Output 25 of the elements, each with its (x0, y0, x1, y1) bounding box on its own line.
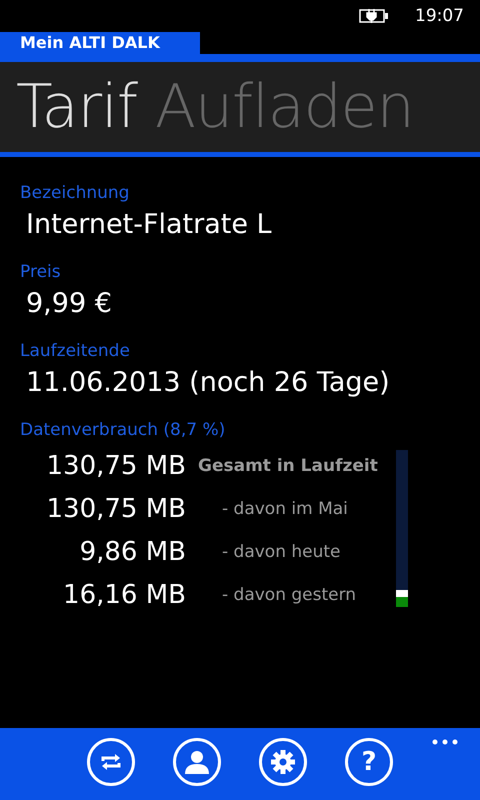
usage-caption: - davon gestern (222, 584, 356, 604)
settings-button[interactable] (259, 738, 307, 786)
pivot-tab[interactable]: Tarif (16, 72, 137, 142)
usage-caption: - davon im Mai (222, 498, 348, 518)
usage-caption: - davon heute (222, 542, 341, 562)
status-time: 19:07 (415, 6, 464, 26)
account-button[interactable] (173, 738, 221, 786)
field-label: Preis (20, 262, 61, 282)
usage-caption: Gesamt in Laufzeit (198, 456, 378, 476)
usage-amount: 9,86 MB (78, 536, 186, 566)
settings-icon (270, 749, 296, 775)
field-value: 11.06.2013 (noch 26 Tage) (26, 367, 390, 398)
usage-amount: 130,75 MB (45, 450, 186, 480)
sync-button[interactable] (87, 738, 135, 786)
field-value: Internet-Flatrate L (26, 209, 272, 240)
app-title: Mein ALTI DALK (0, 32, 200, 54)
usage-amount: 16,16 MB (62, 580, 186, 610)
field-value: 9,99 € (26, 288, 112, 319)
field-label: Bezeichnung (20, 183, 130, 203)
field-label: Laufzeitende (20, 341, 130, 361)
usage-amount: 130,75 MB (45, 494, 186, 524)
help-button[interactable]: ? (345, 738, 393, 786)
usage-label: Datenverbrauch (8,7 %) (20, 420, 226, 440)
more-icon[interactable] (432, 739, 458, 745)
battery-charging-icon (359, 9, 389, 23)
